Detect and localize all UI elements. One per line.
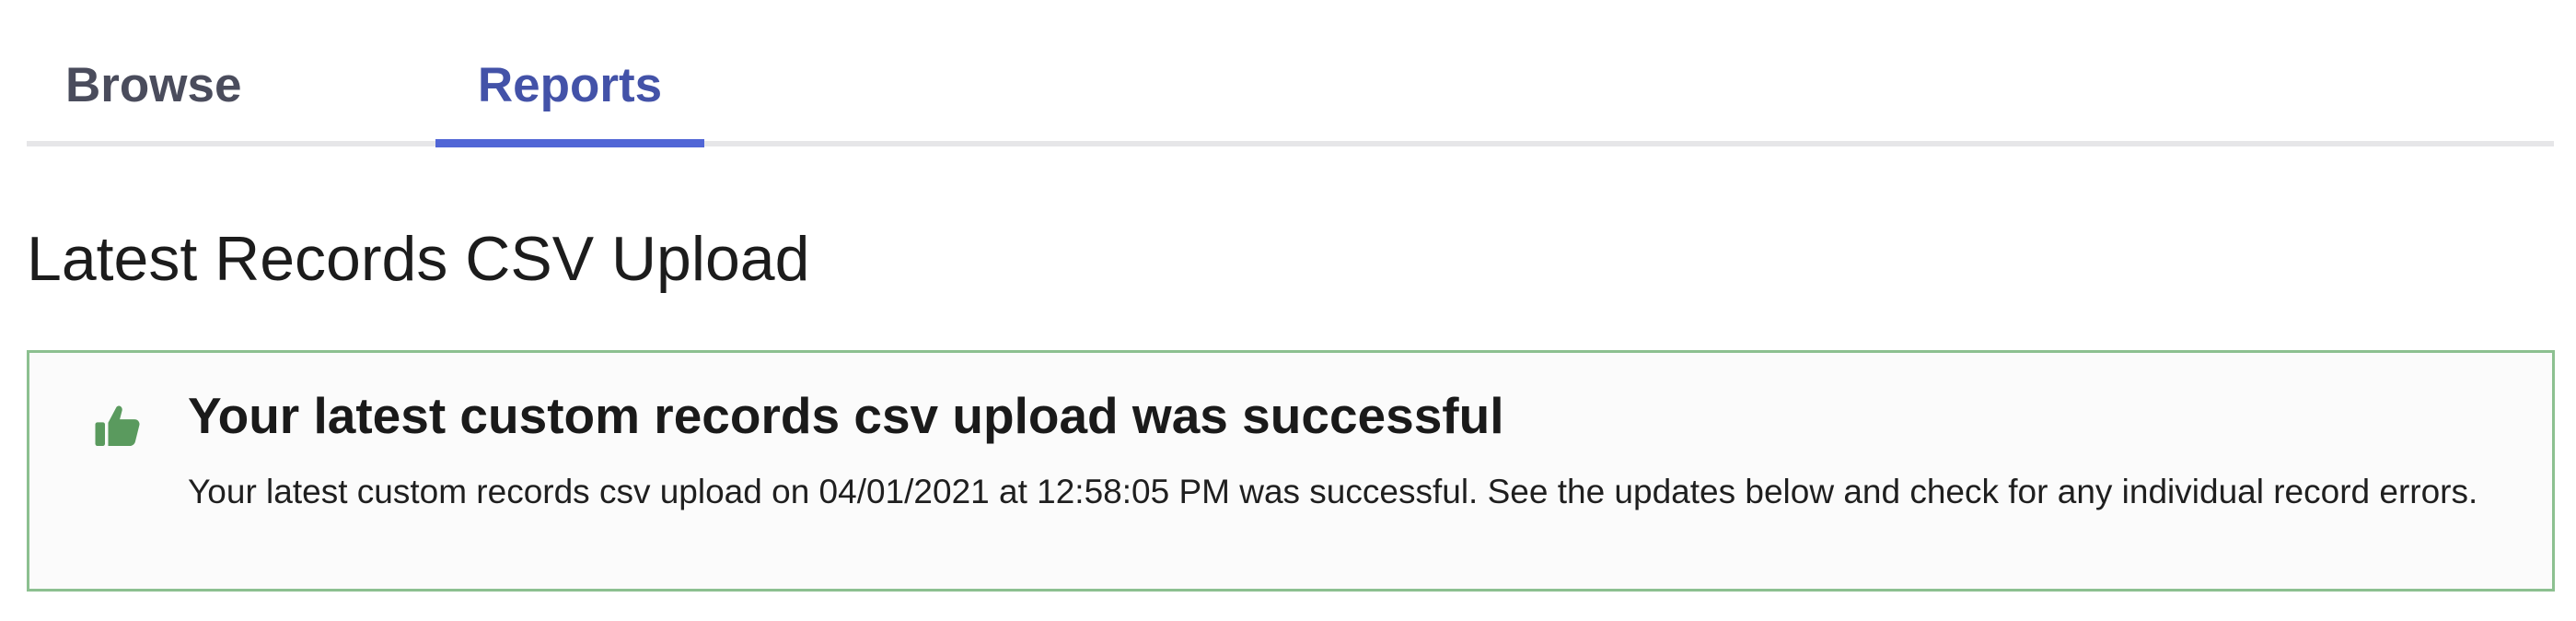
tab-browse[interactable]: Browse: [65, 57, 241, 149]
tab-bar: Browse Reports: [27, 0, 2554, 149]
tab-bar-divider: [27, 141, 2554, 146]
tab-reports[interactable]: Reports: [435, 57, 704, 149]
alert-heading: Your latest custom records csv upload wa…: [188, 387, 1504, 444]
thumbs-up-icon: [92, 401, 144, 452]
active-tab-indicator: [435, 139, 704, 147]
alert-message: Your latest custom records csv upload on…: [188, 473, 2478, 510]
page-title: Latest Records CSV Upload: [27, 224, 810, 294]
success-alert: Your latest custom records csv upload wa…: [27, 350, 2555, 592]
